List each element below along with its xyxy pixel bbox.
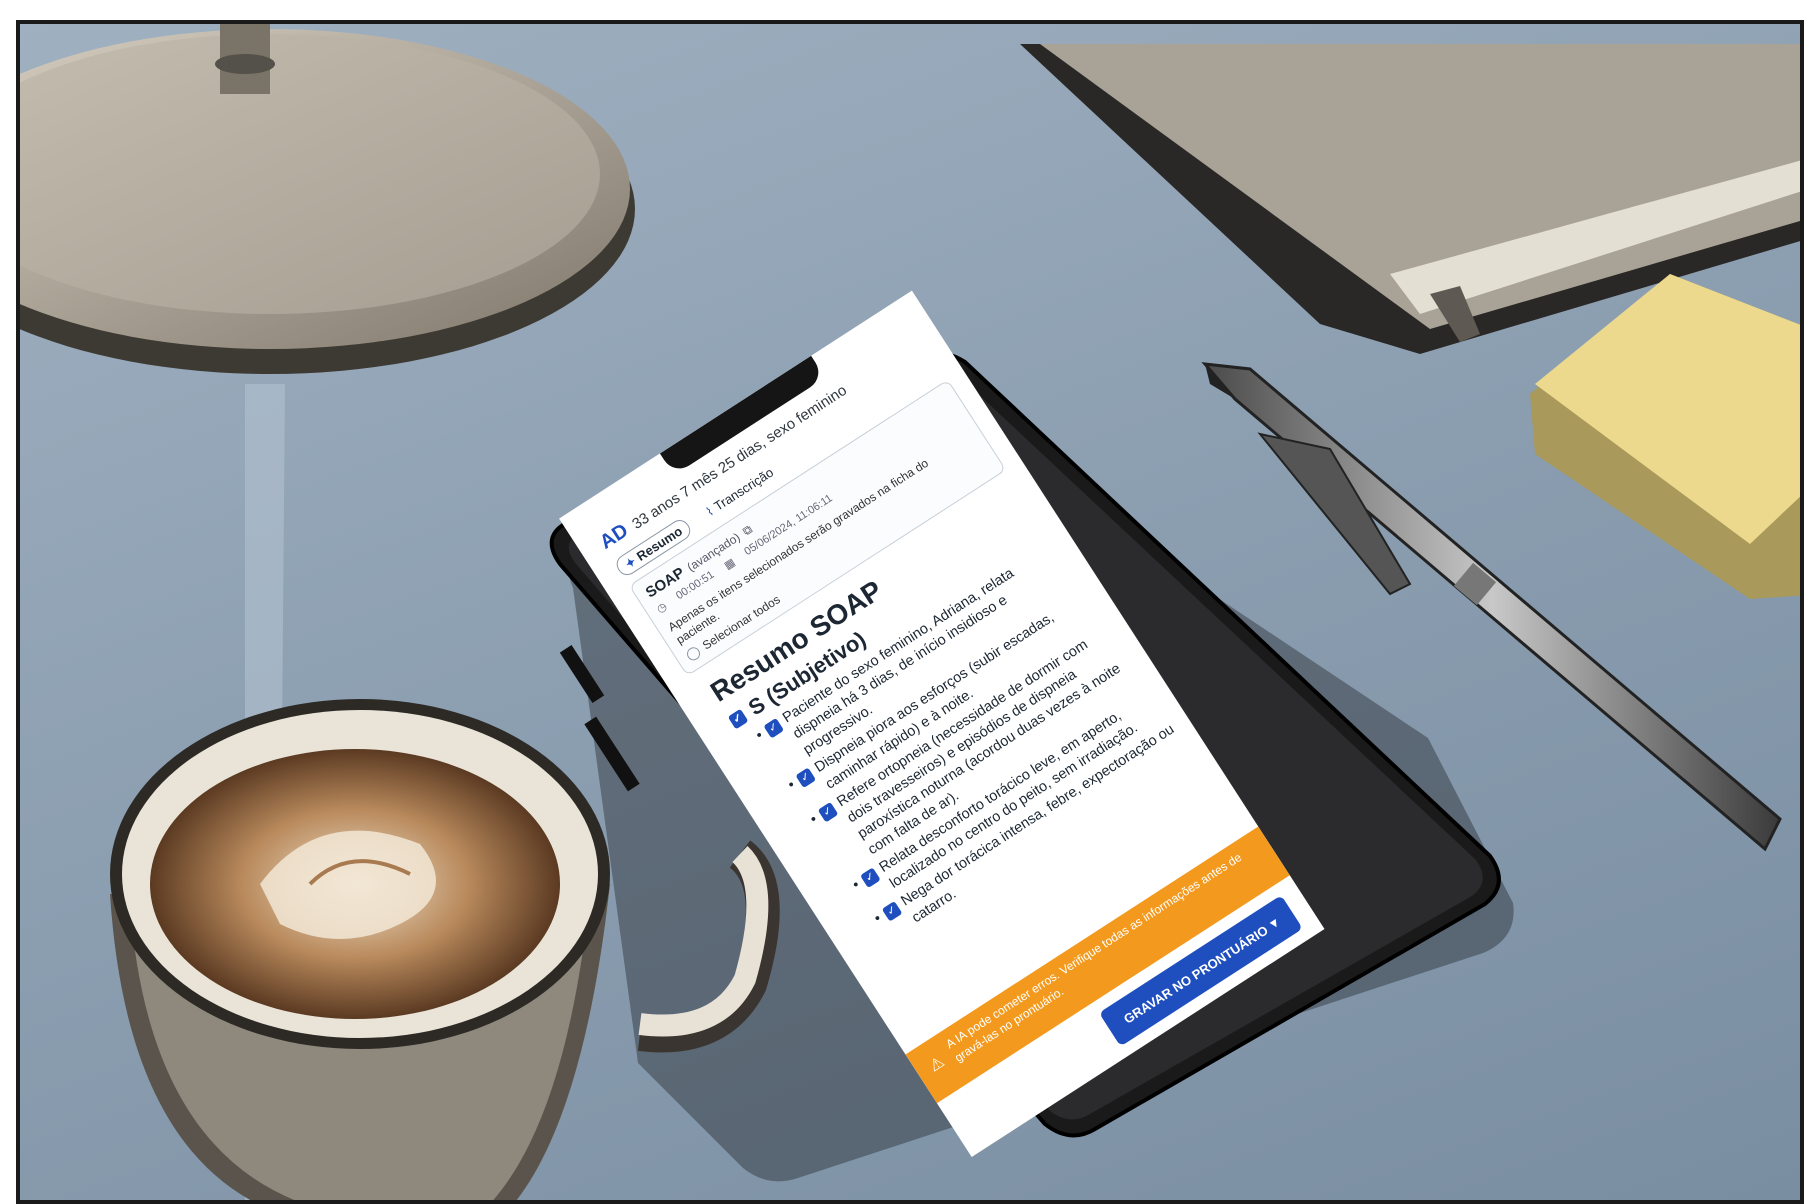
item-checkbox[interactable]: ✓ [795,767,817,789]
section-checkbox[interactable]: ✓ [727,708,749,730]
illustration-frame: AD 33 anos 7 mês 25 dias, sexo feminino … [16,20,1804,1204]
item-checkbox[interactable]: ✓ [763,717,785,739]
clock-icon: ◷ [654,600,670,616]
sparkle-icon: ✦ [622,553,639,572]
warning-icon: ⚠ [926,1053,948,1076]
copy-icon[interactable]: ⧉ [740,522,755,539]
calendar-icon: ▦ [722,556,738,573]
chevron-down-icon: ▾ [1267,914,1281,932]
patient-avatar[interactable]: AD [596,520,633,555]
item-checkbox[interactable]: ✓ [860,867,881,889]
sticky-notes [1530,274,1800,599]
item-checkbox[interactable]: ✓ [882,901,903,922]
item-checkbox[interactable]: ✓ [817,801,839,823]
lamp-base [20,24,635,374]
select-all-radio[interactable] [684,644,703,663]
